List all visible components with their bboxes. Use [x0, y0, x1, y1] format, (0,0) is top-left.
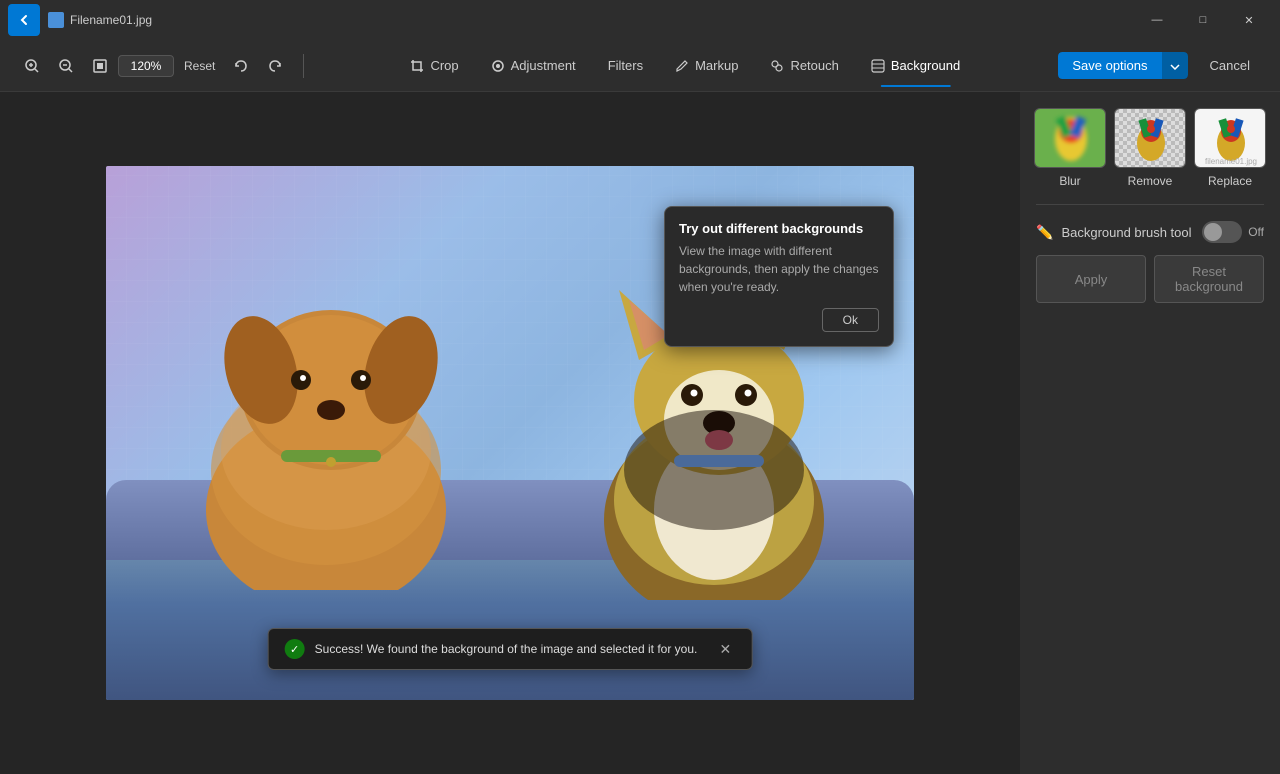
left-dog [166, 250, 486, 590]
window-title: Filename01.jpg [70, 13, 1134, 27]
save-dropdown-button[interactable] [1162, 52, 1188, 79]
blur-option[interactable]: Blur [1034, 108, 1106, 188]
adjustment-icon [491, 59, 505, 73]
retouch-label: Retouch [790, 58, 838, 73]
undo-icon [233, 58, 249, 74]
markup-tool-button[interactable]: Markup [661, 52, 752, 79]
blur-label: Blur [1059, 174, 1080, 188]
background-label: Background [891, 58, 960, 73]
tooltip-text: View the image with different background… [679, 242, 879, 296]
reset-button[interactable]: Reset [176, 53, 223, 79]
toast-close-button[interactable]: ✕ [715, 639, 735, 659]
markup-icon [675, 59, 689, 73]
zoom-out-icon [58, 58, 74, 74]
remove-thumb-image [1115, 109, 1186, 168]
redo-icon [267, 58, 283, 74]
filters-label: Filters [608, 58, 643, 73]
right-panel: Blur [1020, 92, 1280, 774]
main-content: Try out different backgrounds View the i… [0, 92, 1280, 774]
toolbar-right: Save options Cancel [1058, 52, 1264, 79]
brush-tool-label: Background brush tool [1061, 225, 1194, 240]
cancel-label: Cancel [1210, 58, 1250, 73]
brush-tool-row: ✏️ Background brush tool Off [1036, 221, 1264, 243]
zoom-level-input[interactable] [118, 55, 174, 77]
save-options-group: Save options [1058, 52, 1187, 79]
apply-button[interactable]: Apply [1036, 255, 1146, 303]
svg-text:filename01.jpg: filename01.jpg [1205, 157, 1257, 166]
reset-background-button[interactable]: Reset background [1154, 255, 1264, 303]
replace-option[interactable]: filename01.jpg Replace [1194, 108, 1266, 188]
toolbar-left: Reset [16, 52, 291, 80]
file-icon [48, 12, 64, 28]
toolbar: Reset Crop [0, 40, 1280, 92]
success-icon: ✓ [285, 639, 305, 659]
adjustment-tool-button[interactable]: Adjustment [477, 52, 590, 79]
image-container: Try out different backgrounds View the i… [106, 166, 914, 700]
reset-label: Reset [184, 59, 215, 73]
remove-label: Remove [1128, 174, 1173, 188]
redo-button[interactable] [259, 52, 291, 80]
toolbar-divider [303, 54, 304, 78]
fit-button[interactable] [84, 52, 116, 80]
tooltip-popup: Try out different backgrounds View the i… [664, 206, 894, 347]
tooltip-title: Try out different backgrounds [679, 221, 879, 236]
replace-thumb-image: filename01.jpg [1195, 109, 1266, 168]
brush-icon: ✏️ [1036, 224, 1053, 241]
back-button[interactable] [8, 4, 40, 36]
adjustment-label: Adjustment [511, 58, 576, 73]
toolbar-center: Crop Adjustment Filters Markup Retouch [316, 52, 1054, 79]
zoom-out-button[interactable] [50, 52, 82, 80]
canvas-area[interactable]: Try out different backgrounds View the i… [0, 92, 1020, 774]
save-options-button[interactable]: Save options [1058, 52, 1161, 79]
background-options: Blur [1036, 108, 1264, 188]
brush-toggle[interactable] [1202, 221, 1242, 243]
save-options-label: Save options [1072, 58, 1147, 73]
blur-thumb-image [1035, 109, 1106, 168]
success-message: Success! We found the background of the … [315, 642, 698, 656]
cancel-button[interactable]: Cancel [1196, 52, 1264, 79]
markup-label: Markup [695, 58, 738, 73]
background-tool-button[interactable]: Background [857, 52, 974, 79]
crop-label: Crop [430, 58, 458, 73]
panel-divider [1036, 204, 1264, 205]
tooltip-ok-button[interactable]: Ok [822, 308, 879, 332]
chevron-down-icon [1170, 64, 1180, 70]
toggle-group: Off [1202, 221, 1264, 243]
maximize-button[interactable]: □ [1180, 0, 1226, 40]
replace-thumb: filename01.jpg [1194, 108, 1266, 168]
replace-label: Replace [1208, 174, 1252, 188]
remove-option[interactable]: Remove [1114, 108, 1186, 188]
zoom-in-icon [24, 58, 40, 74]
success-toast: ✓ Success! We found the background of th… [268, 628, 753, 670]
crop-tool-button[interactable]: Crop [396, 52, 472, 79]
fit-icon [92, 58, 108, 74]
action-buttons: Apply Reset background [1036, 255, 1264, 303]
filters-tool-button[interactable]: Filters [594, 52, 657, 79]
close-button[interactable]: ✕ [1226, 0, 1272, 40]
remove-thumb [1114, 108, 1186, 168]
crop-icon [410, 59, 424, 73]
titlebar: Filename01.jpg — □ ✕ [0, 0, 1280, 40]
minimize-button[interactable]: — [1134, 0, 1180, 40]
undo-button[interactable] [225, 52, 257, 80]
retouch-tool-button[interactable]: Retouch [756, 52, 852, 79]
toggle-knob [1204, 223, 1222, 241]
background-icon [871, 59, 885, 73]
back-icon [16, 12, 32, 28]
retouch-icon [770, 59, 784, 73]
zoom-in-button[interactable] [16, 52, 48, 80]
window-controls: — □ ✕ [1134, 0, 1272, 40]
blur-thumb [1034, 108, 1106, 168]
toggle-state-label: Off [1248, 225, 1264, 239]
